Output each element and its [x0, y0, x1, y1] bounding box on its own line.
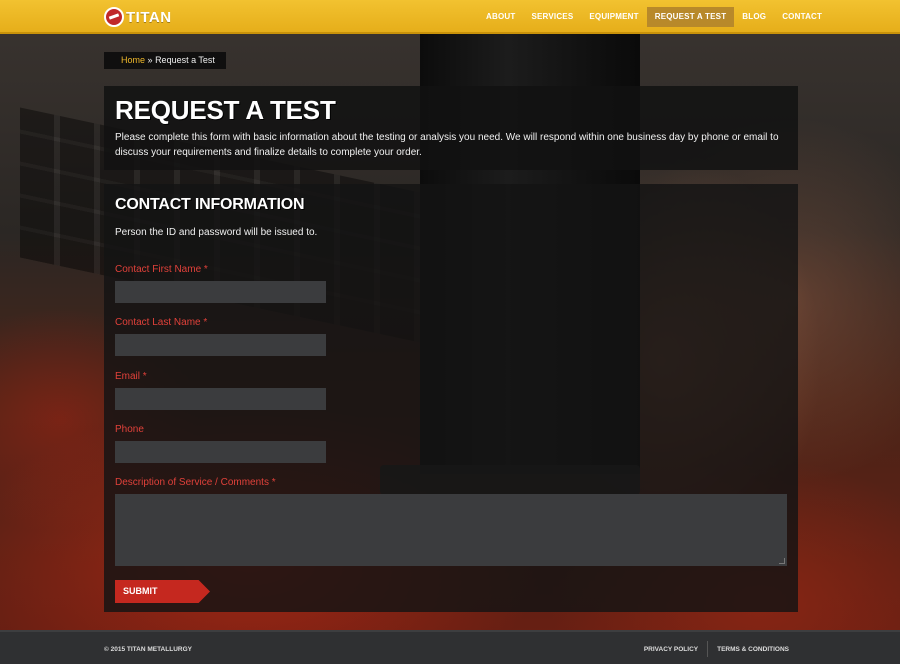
titan-logo-icon: [104, 7, 124, 27]
main-nav: ABOUT SERVICES EQUIPMENT REQUEST A TEST …: [478, 7, 830, 27]
breadcrumb: Home » Request a Test: [104, 52, 226, 69]
first-name-label: Contact First Name *: [115, 264, 208, 275]
email-input[interactable]: [115, 388, 326, 410]
comments-label: Description of Service / Comments *: [115, 477, 276, 488]
resize-grip-icon[interactable]: [779, 558, 785, 564]
breadcrumb-separator: »: [147, 55, 153, 65]
nav-equipment[interactable]: EQUIPMENT: [581, 7, 646, 27]
form-title: CONTACT INFORMATION: [115, 196, 305, 213]
breadcrumb-home-link[interactable]: Home: [121, 55, 145, 65]
comments-textarea[interactable]: [115, 494, 787, 566]
form-subtitle: Person the ID and password will be issue…: [115, 227, 318, 238]
nav-about[interactable]: ABOUT: [478, 7, 523, 27]
phone-input[interactable]: [115, 441, 326, 463]
copyright: © 2015 TITAN METALLURGY: [104, 646, 192, 653]
phone-label: Phone: [115, 424, 144, 435]
first-name-input[interactable]: [115, 281, 326, 303]
site-footer: © 2015 TITAN METALLURGY PRIVACY POLICY T…: [0, 630, 900, 664]
nav-request-a-test[interactable]: REQUEST A TEST: [646, 7, 735, 27]
contact-form: CONTACT INFORMATION Person the ID and pa…: [104, 184, 798, 612]
nav-blog[interactable]: BLOG: [734, 7, 774, 27]
footer-links: PRIVACY POLICY TERMS & CONDITIONS: [635, 641, 798, 657]
breadcrumb-current: Request a Test: [155, 55, 215, 65]
privacy-policy-link[interactable]: PRIVACY POLICY: [635, 642, 707, 657]
page-title: REQUEST A TEST: [115, 95, 336, 125]
last-name-input[interactable]: [115, 334, 326, 356]
nav-services[interactable]: SERVICES: [523, 7, 581, 27]
logo-text: TITAN: [126, 8, 172, 26]
last-name-label: Contact Last Name *: [115, 317, 208, 328]
intro-panel: REQUEST A TEST Please complete this form…: [104, 86, 798, 170]
terms-link[interactable]: TERMS & CONDITIONS: [708, 642, 798, 657]
intro-text: Please complete this form with basic inf…: [115, 132, 779, 158]
site-header: TITAN ABOUT SERVICES EQUIPMENT REQUEST A…: [0, 0, 900, 34]
submit-button[interactable]: SUBMIT: [115, 580, 210, 603]
logo[interactable]: TITAN: [104, 7, 172, 27]
nav-contact[interactable]: CONTACT: [774, 7, 830, 27]
email-label: Email *: [115, 371, 147, 382]
